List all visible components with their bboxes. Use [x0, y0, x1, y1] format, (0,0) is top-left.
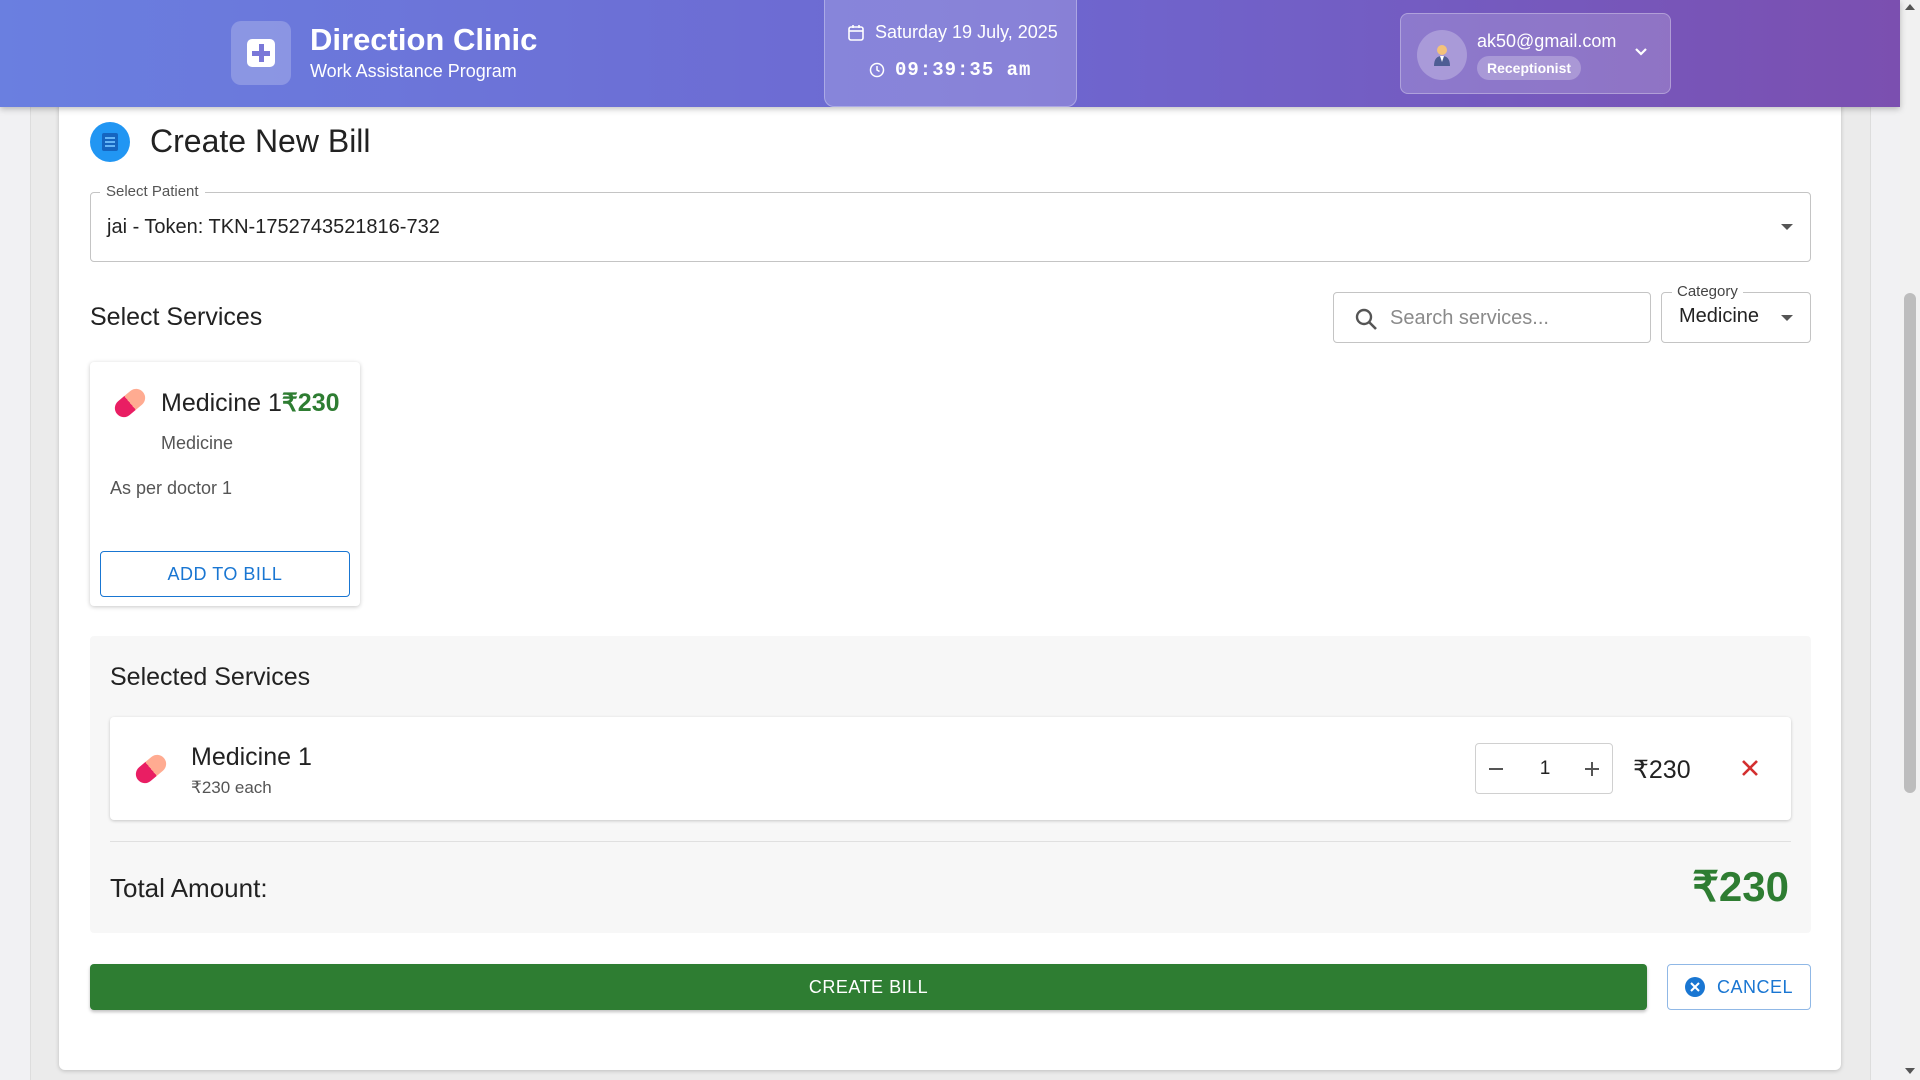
line-total: ₹230: [1633, 756, 1691, 784]
time-row: 09:39:35 am: [869, 59, 1031, 81]
selected-service-unit-price: ₹230 each: [191, 778, 272, 797]
service-category: Medicine: [161, 433, 234, 453]
user-email: ak50@gmail.com: [1477, 31, 1617, 51]
select-services-heading: Select Services: [90, 303, 263, 331]
brand-subtitle: Work Assistance Program: [310, 61, 517, 81]
scrollbar-thumb[interactable]: [1904, 293, 1916, 793]
remove-service-button[interactable]: [1736, 754, 1764, 782]
scroll-down-arrow-icon[interactable]: [1905, 1068, 1915, 1074]
current-time: 09:39:35 am: [895, 59, 1032, 81]
current-date: Saturday 19 July, 2025: [875, 22, 1058, 42]
service-card-title: Medicine 1₹230: [161, 388, 340, 418]
selected-service-name: Medicine 1: [191, 743, 312, 771]
app-header: Direction Clinic Work Assistance Program…: [0, 0, 1900, 107]
total-amount-value: ₹230: [1692, 863, 1789, 910]
page-scrollbar[interactable]: [1900, 0, 1920, 1080]
plus-icon: [1585, 761, 1599, 776]
category-select-value: Medicine: [1679, 305, 1760, 327]
cancel-button-label: CANCEL: [1716, 976, 1794, 997]
selected-services-heading: Selected Services: [110, 663, 311, 691]
patient-select-value: jai - Token: TKN-1752743521816-732: [107, 216, 440, 238]
user-menu[interactable]: ak50@gmail.com Receptionist: [1400, 13, 1671, 94]
decrease-quantity-button[interactable]: [1476, 744, 1516, 793]
category-select-label: Category: [1672, 283, 1743, 300]
patient-select-label: Select Patient: [100, 183, 205, 200]
service-name: Medicine 1: [161, 389, 282, 417]
search-icon: [1355, 308, 1377, 330]
cancel-button[interactable]: CANCEL: [1667, 964, 1811, 1010]
search-input[interactable]: [1390, 305, 1635, 331]
dropdown-arrow-icon[interactable]: [1781, 224, 1793, 230]
cancel-circle-icon: [1684, 977, 1705, 997]
clock-icon: [869, 62, 885, 78]
scroll-up-arrow-icon[interactable]: [1905, 4, 1915, 10]
quantity-value: 1: [1539, 758, 1551, 779]
medical-cross-icon: [247, 39, 275, 67]
service-description: As per doctor 1: [110, 478, 233, 498]
clinic-logo: [231, 21, 291, 85]
dropdown-arrow-icon[interactable]: [1781, 315, 1793, 321]
calendar-icon: [848, 24, 864, 41]
user-avatar-icon: [1417, 30, 1467, 80]
datetime-panel: Saturday 19 July, 2025 09:39:35 am: [824, 0, 1077, 107]
brand-title: Direction Clinic: [310, 22, 538, 57]
add-to-bill-button[interactable]: ADD TO BILL: [100, 551, 350, 597]
increase-quantity-button[interactable]: [1572, 744, 1612, 793]
role-badge: Receptionist: [1477, 56, 1582, 80]
close-icon: [1742, 760, 1758, 776]
minus-icon: [1489, 767, 1503, 770]
page-title: Create New Bill: [150, 123, 371, 159]
service-price: ₹230: [281, 389, 340, 417]
service-search[interactable]: [1333, 292, 1651, 343]
create-bill-button[interactable]: CREATE BILL: [90, 964, 1647, 1010]
chevron-down-icon[interactable]: [1633, 44, 1649, 60]
total-amount-label: Total Amount:: [110, 873, 268, 903]
receipt-icon: [90, 122, 130, 162]
date-row: Saturday 19 July, 2025: [847, 22, 1058, 43]
divider: [110, 841, 1791, 842]
